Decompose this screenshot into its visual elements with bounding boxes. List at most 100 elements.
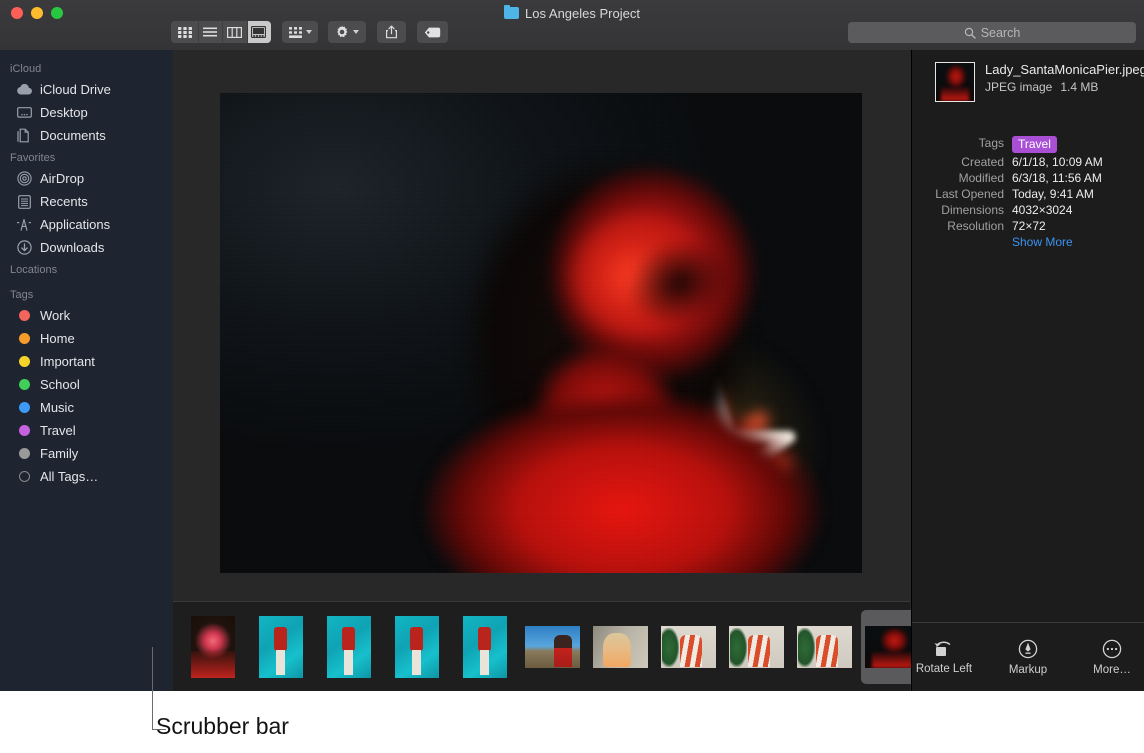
search-field[interactable]: Search	[848, 22, 1136, 43]
scrubber-thumbnail[interactable]	[317, 610, 380, 684]
thumb-plant-2	[729, 626, 784, 668]
metadata-value: Travel	[1012, 136, 1057, 153]
view-mode-segment	[173, 21, 271, 43]
info-header: Lady_SantaMonicaPier.jpeg JPEG image 1.4…	[912, 50, 1144, 102]
thumb-pool-3	[395, 616, 439, 678]
scrubber-thumbnail[interactable]	[657, 610, 720, 684]
list-view-button[interactable]	[198, 21, 223, 43]
show-more-link[interactable]: Show More	[1012, 235, 1073, 249]
thumb-plant-3	[797, 626, 852, 668]
airdrop-icon	[16, 171, 32, 187]
scrubber-thumbnail[interactable]	[385, 610, 448, 684]
window-titlebar: Los Angeles Project	[0, 0, 1144, 51]
edit-tags-button[interactable]	[417, 21, 448, 43]
info-metadata-list: Tags Travel Created 6/1/18, 10:09 AM Mod…	[912, 136, 1144, 249]
action-label: More…	[1093, 664, 1131, 676]
status-badge[interactable]: Travel	[1012, 136, 1057, 153]
sidebar-item-label: Applications	[40, 217, 110, 232]
sidebar-item-label: Documents	[40, 128, 106, 143]
thumb-plant-1	[661, 626, 716, 668]
metadata-value: 72×72	[1012, 219, 1046, 233]
scrubber-thumbnail[interactable]	[249, 610, 312, 684]
sidebar-item-tag-home[interactable]: Home	[0, 327, 173, 350]
tag-dot-icon	[16, 377, 32, 393]
icon-view-button[interactable]	[173, 21, 198, 43]
action-menu-button[interactable]	[328, 21, 366, 43]
sidebar-item-label: Important	[40, 354, 95, 369]
metadata-row-last-opened: Last Opened Today, 9:41 AM	[912, 187, 1134, 201]
sidebar-item-label: AirDrop	[40, 171, 84, 186]
metadata-row-created: Created 6/1/18, 10:09 AM	[912, 155, 1134, 169]
search-icon	[964, 27, 976, 39]
scrubber-thumbnail[interactable]	[521, 610, 584, 684]
thumb-pool-2	[327, 616, 371, 678]
sidebar-item-recents[interactable]: Recents	[0, 190, 173, 213]
metadata-label: Last Opened	[912, 187, 1012, 201]
sidebar-item-tag-school[interactable]: School	[0, 373, 173, 396]
markup-button[interactable]: Markup	[997, 639, 1059, 676]
thumb-pool-4	[463, 616, 507, 678]
metadata-value: 6/3/18, 11:56 AM	[1012, 171, 1102, 185]
preview-image[interactable]	[220, 93, 862, 573]
sidebar-item-icloud-drive[interactable]: iCloud Drive	[0, 78, 173, 101]
sidebar-item-airdrop[interactable]: AirDrop	[0, 167, 173, 190]
sidebar-header-icloud: iCloud	[0, 58, 173, 78]
group-items-icon	[289, 27, 302, 38]
sidebar-item-label: iCloud Drive	[40, 82, 111, 97]
info-filename: Lady_SantaMonicaPier.jpeg	[985, 62, 1144, 78]
action-label: Markup	[1009, 664, 1047, 676]
scrubber-thumbnail[interactable]	[453, 610, 516, 684]
scrubber-thumbnail[interactable]	[725, 610, 788, 684]
thumb-sky-portrait-1	[525, 626, 580, 668]
thumb-bubble-portrait	[191, 616, 235, 678]
gear-icon	[335, 25, 349, 39]
chevron-down-icon	[353, 30, 359, 34]
more-icon	[1102, 639, 1122, 659]
info-file-meta: JPEG image 1.4 MB	[985, 80, 1144, 94]
scrubber-thumbnail[interactable]	[181, 610, 244, 684]
group-items-button[interactable]	[282, 21, 318, 43]
sidebar-item-desktop[interactable]: Desktop	[0, 101, 173, 124]
sidebar-item-documents[interactable]: Documents	[0, 124, 173, 147]
metadata-value: 6/1/18, 10:09 AM	[1012, 155, 1103, 169]
sidebar-item-tag-music[interactable]: Music	[0, 396, 173, 419]
metadata-row-tags: Tags Travel	[912, 136, 1134, 153]
sidebar-item-tag-work[interactable]: Work	[0, 304, 173, 327]
sidebar-item-label: Home	[40, 331, 75, 346]
desktop-icon	[16, 105, 32, 121]
rotate-left-icon	[933, 640, 955, 658]
sidebar-item-tag-family[interactable]: Family	[0, 442, 173, 465]
share-button[interactable]	[377, 21, 406, 43]
metadata-label: Modified	[912, 171, 1012, 185]
sidebar-item-tag-travel[interactable]: Travel	[0, 419, 173, 442]
tag-dot-icon	[16, 308, 32, 324]
more-button[interactable]: More…	[1081, 639, 1143, 676]
sidebar-item-applications[interactable]: Applications	[0, 213, 173, 236]
search-placeholder: Search	[981, 26, 1021, 40]
thumb-pool-1	[259, 616, 303, 678]
sidebar-item-label: Recents	[40, 194, 88, 209]
window-title: Los Angeles Project	[0, 4, 1144, 22]
scrubber-thumbnail[interactable]	[793, 610, 856, 684]
sidebar-item-downloads[interactable]: Downloads	[0, 236, 173, 259]
sidebar-item-all-tags[interactable]: All Tags…	[0, 465, 173, 488]
scrubber-bar[interactable]	[173, 601, 910, 691]
action-label: Rotate Left	[916, 663, 972, 675]
sidebar-item-label: Family	[40, 446, 78, 461]
tag-dot-icon	[16, 469, 32, 485]
markup-icon	[1018, 639, 1038, 659]
finder-window: Los Angeles Project	[0, 0, 1144, 691]
chevron-down-icon	[306, 30, 312, 34]
sidebar-item-label: Downloads	[40, 240, 104, 255]
cloud-icon	[16, 82, 32, 98]
rotate-left-button[interactable]: Rotate Left	[913, 640, 975, 675]
sidebar-item-label: All Tags…	[40, 469, 98, 484]
sidebar-item-label: Work	[40, 308, 70, 323]
metadata-label: Resolution	[912, 219, 1012, 233]
gallery-view-button[interactable]	[247, 21, 272, 43]
column-view-button[interactable]	[222, 21, 247, 43]
sidebar-item-tag-important[interactable]: Important	[0, 350, 173, 373]
info-kind: JPEG image	[985, 80, 1052, 94]
metadata-row-resolution: Resolution 72×72	[912, 219, 1134, 233]
scrubber-thumbnail[interactable]	[589, 610, 652, 684]
